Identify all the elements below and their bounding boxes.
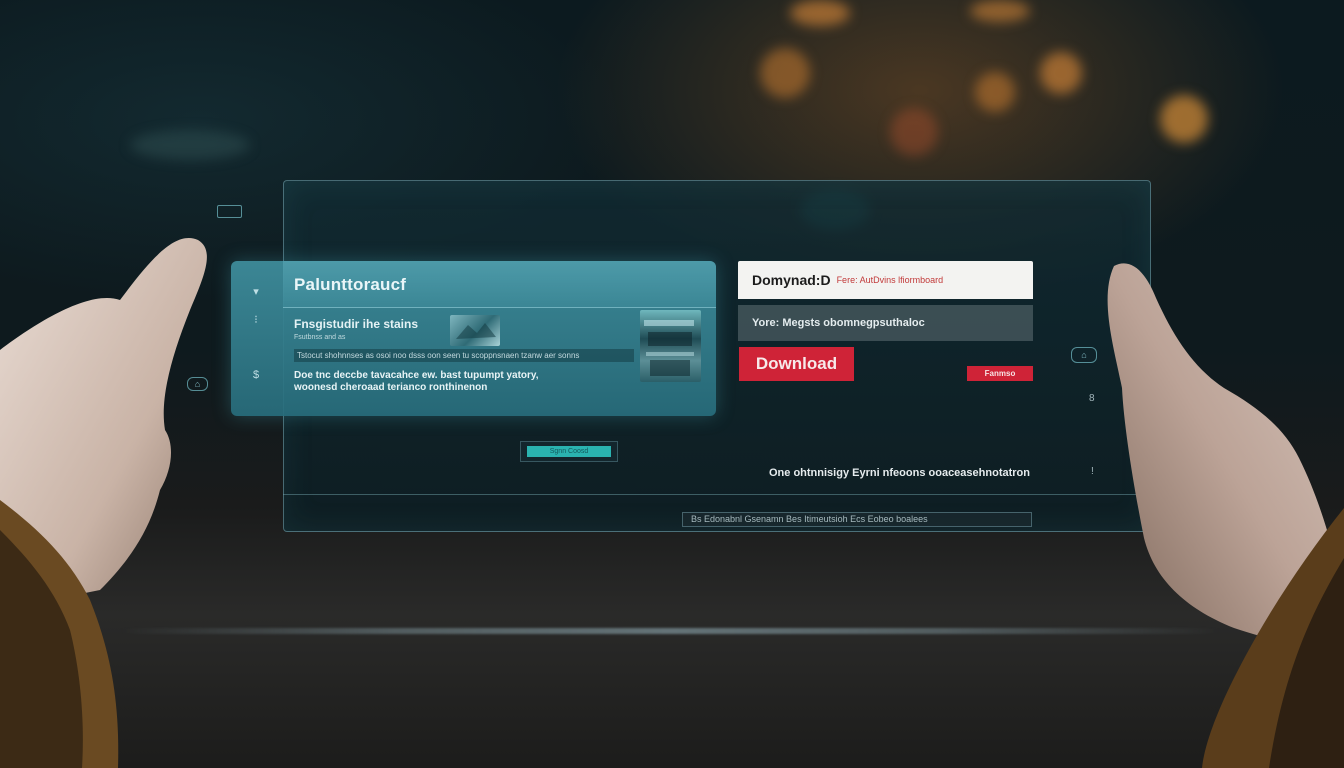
center-action-label: Sgnn Coosd	[527, 446, 611, 457]
right-hand	[1107, 263, 1344, 768]
card-subtitle: Fnsgistudir ihe stains	[294, 317, 419, 331]
bokeh-light	[890, 108, 938, 156]
download-title-note: Fere: AutDvins lfiormboard	[836, 275, 944, 285]
preview-thumbnail[interactable]	[450, 315, 500, 346]
teal-info-card: ▾ ⁝ $ Palunttoraucf Fnsgistudir ihe stai…	[231, 261, 716, 416]
preview-thumbnail[interactable]	[640, 310, 701, 382]
image-icon	[456, 323, 496, 339]
window-icon[interactable]	[217, 205, 242, 218]
card-header: Palunttoraucf	[283, 261, 716, 308]
card-side-rail: ▾ ⁝ $	[231, 261, 283, 416]
bokeh-light	[760, 48, 810, 98]
bokeh-light	[1040, 52, 1082, 94]
bokeh-light	[970, 0, 1030, 22]
chevron-down-icon[interactable]: ▾	[249, 285, 263, 298]
download-title: Domynad:D	[752, 272, 831, 288]
bokeh-light	[1160, 95, 1208, 143]
home-icon-glyph: ⌂	[1081, 350, 1087, 360]
center-action-button[interactable]: Sgnn Coosd	[520, 441, 618, 462]
bokeh-light	[130, 130, 250, 160]
card-description: Doe tnc deccbe tavacahce ew. bast tupump…	[294, 370, 539, 393]
dollar-icon[interactable]: $	[249, 369, 263, 381]
image-icon	[644, 320, 694, 376]
desk-edge-highlight	[120, 628, 1220, 634]
card-info-strip: Tstocut shohnnses as osoi noo dsss oon s…	[294, 349, 634, 362]
download-button[interactable]: Download	[739, 347, 854, 381]
device-divider	[283, 494, 1143, 495]
bokeh-light	[790, 0, 850, 26]
left-hand	[0, 238, 207, 768]
status-bar: Bs Edonabnl Gsenamn Bes Itimeutsioh Ecs …	[682, 512, 1032, 527]
card-title: Palunttoraucf	[294, 275, 407, 294]
footer-text: One ohtnnisigy Eyrni nfeoons ooaceasehno…	[769, 467, 1030, 479]
bokeh-light	[975, 72, 1015, 112]
download-header: Domynad:D Fere: AutDvins lfiormboard	[738, 261, 1033, 299]
secondary-download-button[interactable]: Fanmso	[967, 366, 1033, 381]
card-caption: Fsutbnss and as	[294, 334, 346, 341]
download-subtitle: Yore: Megsts obomnegpsuthaloc	[738, 305, 1033, 341]
menu-dots-icon[interactable]: ⁝	[249, 313, 263, 326]
